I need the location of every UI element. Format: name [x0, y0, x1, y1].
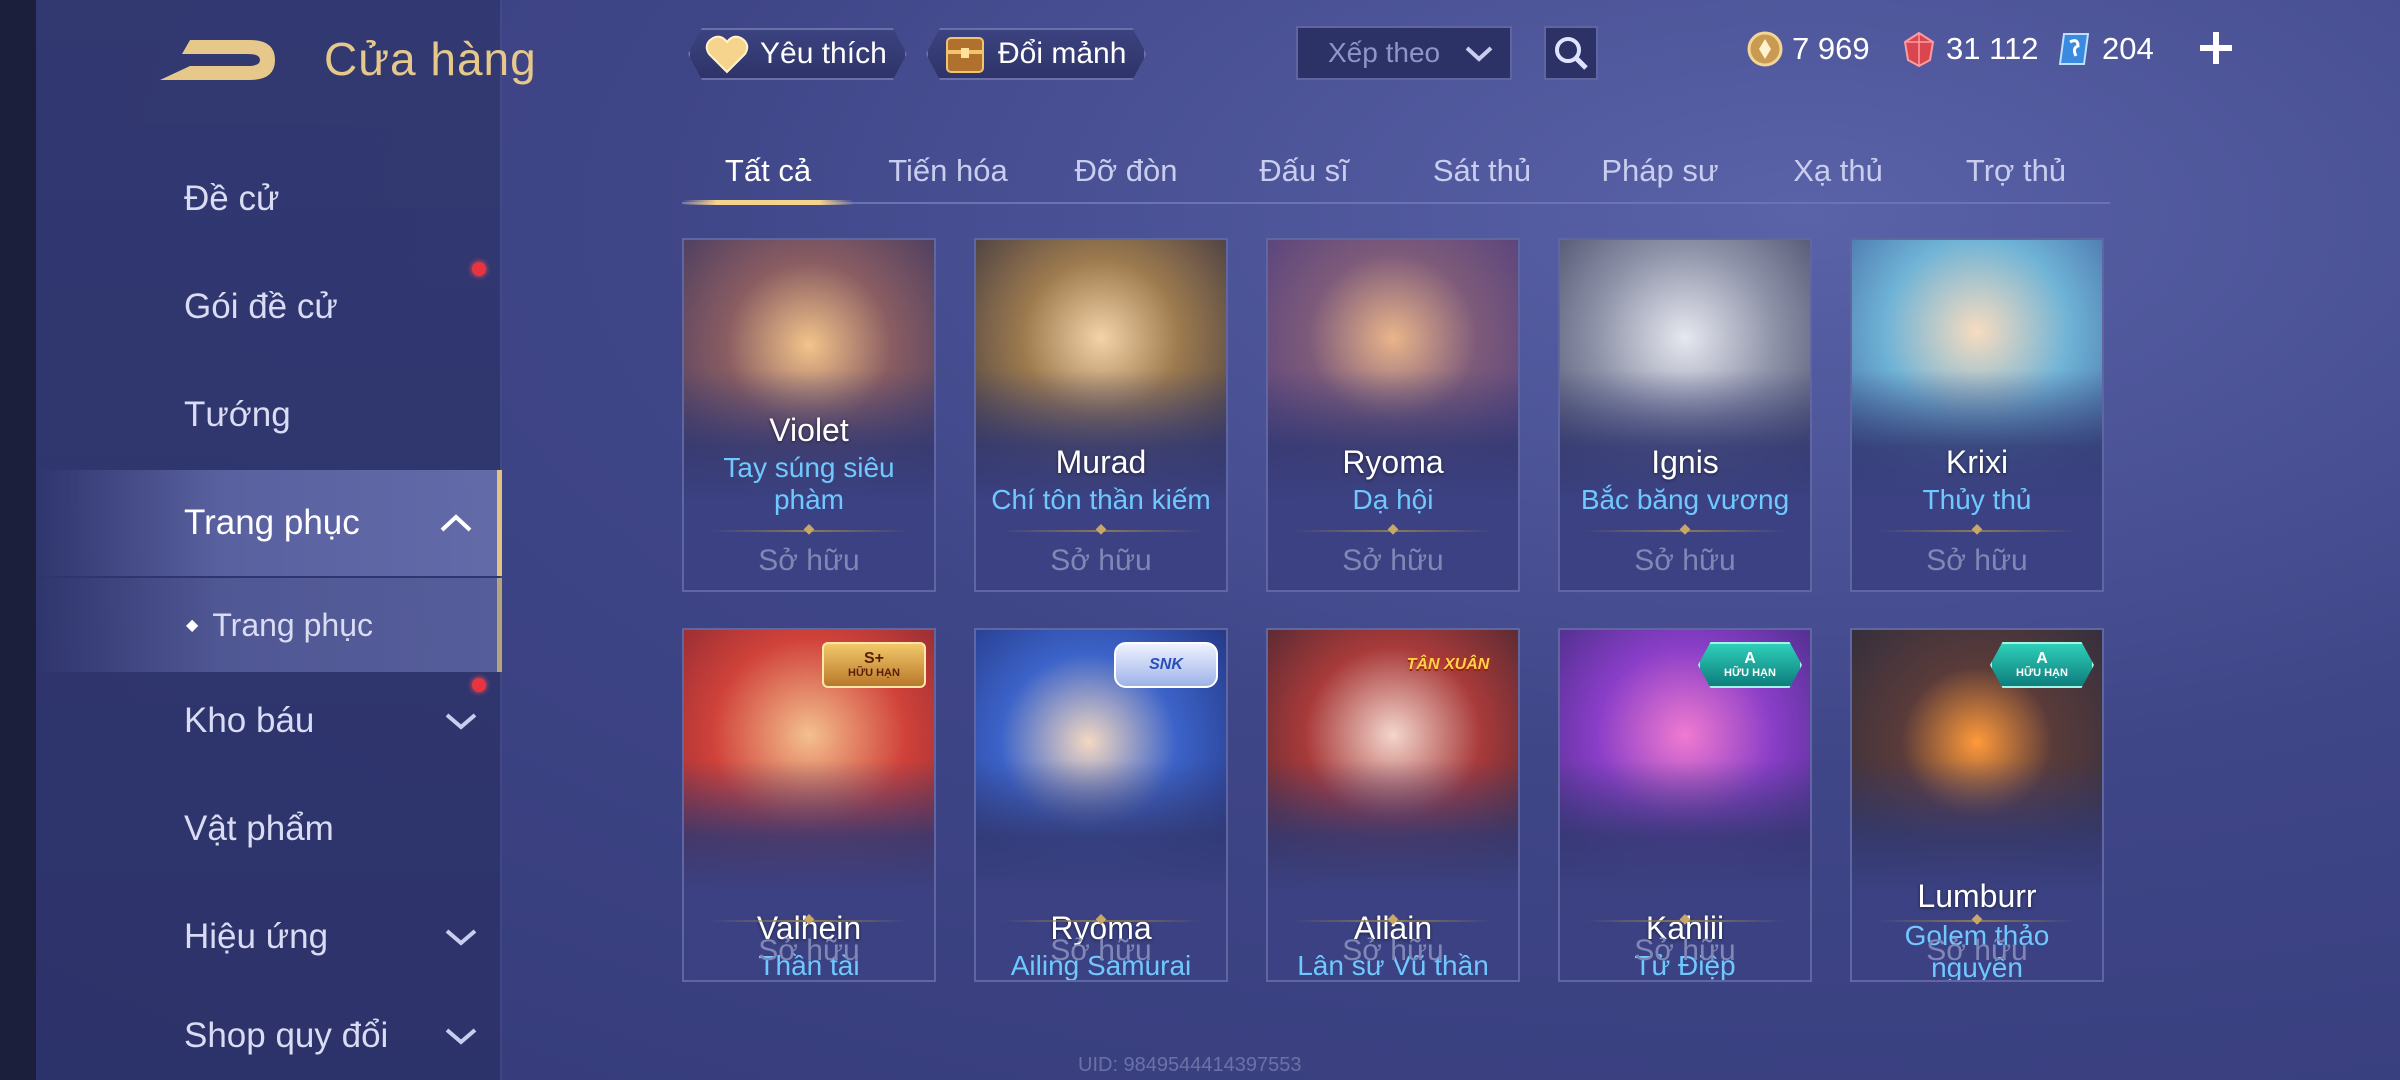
owned-status: Sở hữu: [1342, 544, 1444, 577]
sidebar-item-hieu-ung[interactable]: Hiệu ứng: [36, 884, 502, 990]
owned-status: Sở hữu: [1050, 934, 1152, 967]
page-title: Cửa hàng: [324, 33, 537, 85]
skin-card[interactable]: S+HỮU HẠN Valhein Thần tài Sở hữu: [682, 628, 936, 982]
hero-name: Ryoma: [1342, 444, 1444, 480]
back-arrow-icon[interactable]: [150, 30, 280, 90]
voucher-amount: 204: [2102, 31, 2154, 66]
tab-xa-thu[interactable]: Xạ thủ: [1752, 140, 1924, 202]
collab-badge: SNK: [1114, 642, 1218, 688]
sidebar-item-label: Trang phục: [184, 503, 360, 542]
skin-name: Thủy thủ: [1922, 484, 2032, 515]
chevron-down-icon: [445, 1028, 477, 1045]
tier-badge: A HỮU HẠN: [1698, 642, 1802, 688]
sidebar-item-label: Vật phẩm: [184, 809, 334, 848]
sort-dropdown[interactable]: Xếp theo: [1296, 26, 1512, 80]
sidebar-item-label: Shop quy đổi: [184, 1016, 389, 1055]
tier-badge: A HỮU HẠN: [1990, 642, 2094, 688]
gold-coin-icon: [1747, 31, 1783, 67]
hero-name: Krixi: [1945, 444, 2009, 480]
tab-phap-su[interactable]: Pháp sư: [1574, 140, 1746, 202]
sidebar-item-shop-quy-doi[interactable]: Shop quy đổi: [36, 992, 502, 1080]
sidebar-item-de-cu[interactable]: Đề cử: [36, 146, 502, 252]
chevron-up-icon: [440, 514, 472, 532]
owned-status: Sở hữu: [758, 934, 860, 967]
tab-tat-ca[interactable]: Tất cả: [682, 140, 854, 205]
tab-tien-hoa[interactable]: Tiến hóa: [862, 140, 1034, 202]
sidebar-item-label: Hiệu ứng: [184, 917, 329, 956]
blue-voucher-icon: [2058, 33, 2090, 65]
owned-status: Sở hữu: [1926, 544, 2028, 577]
chest-icon: [942, 31, 988, 77]
hero-name: Violet: [769, 412, 849, 448]
sidebar-item-label: Trang phục: [212, 606, 373, 643]
uid-label: UID: 9849544414397553: [1078, 1054, 1302, 1076]
sidebar-item-label: Kho báu: [184, 701, 315, 740]
event-badge: TÂN XUÂN: [1406, 656, 1490, 673]
tier-badge: S+ HỮU HẠN: [822, 642, 926, 688]
favorites-label: Yêu thích: [760, 37, 887, 70]
sidebar-item-vat-pham[interactable]: Vật phẩm: [36, 776, 502, 882]
skin-card[interactable]: Ryoma Dạ hội Sở hữu: [1266, 238, 1520, 592]
sidebar-item-trang-phuc[interactable]: Trang phục: [36, 470, 502, 576]
sidebar-item-label: Gói đề cử: [184, 287, 338, 326]
owned-status: Sở hữu: [1634, 544, 1736, 577]
owned-status: Sở hữu: [1926, 934, 2028, 967]
screen-edge: [0, 0, 36, 1080]
exchange-shards-button[interactable]: Đổi mảnh: [926, 28, 1146, 80]
search-icon: [1555, 37, 1588, 70]
skin-name: Dạ hội: [1352, 484, 1434, 515]
gold-currency: 7 969: [1746, 26, 1870, 72]
notification-dot: [472, 262, 486, 276]
skin-card[interactable]: TÂN XUÂN Allain Lân sư Vũ thần Sở hữu: [1266, 628, 1520, 982]
exchange-label: Đổi mảnh: [998, 37, 1127, 70]
owned-status: Sở hữu: [758, 544, 860, 577]
tab-dau-si[interactable]: Đấu sĩ: [1218, 140, 1390, 202]
tab-tro-thu[interactable]: Trợ thủ: [1930, 140, 2102, 202]
chevron-down-icon: [1465, 46, 1493, 62]
owned-status: Sở hữu: [1634, 934, 1736, 967]
owned-status: Sở hữu: [1050, 544, 1152, 577]
favorites-button[interactable]: Yêu thích: [688, 28, 907, 80]
tab-sat-thu[interactable]: Sát thủ: [1396, 140, 1568, 202]
voucher-currency: 204: [2056, 26, 2154, 72]
sidebar-item-label: Đề cử: [184, 179, 280, 218]
owned-status: Sở hữu: [1342, 934, 1444, 967]
tab-do-don[interactable]: Đỡ đòn: [1040, 140, 1212, 202]
sidebar-item-kho-bau[interactable]: Kho báu: [36, 668, 502, 774]
sidebar-item-goi-de-cu[interactable]: Gói đề cử: [36, 254, 502, 360]
sort-label: Xếp theo: [1328, 37, 1441, 68]
chevron-down-icon: [445, 713, 477, 730]
plus-icon[interactable]: [2196, 28, 2236, 68]
heart-icon: [704, 31, 750, 77]
skin-name: Chí tôn thần kiếm: [991, 484, 1211, 515]
skin-card[interactable]: AHỮU HẠN Kahlii Tử Điệp Sở hữu: [1558, 628, 1812, 982]
skin-card[interactable]: Violet Tay súng siêu phàm Sở hữu: [682, 238, 936, 592]
gem-amount: 31 112: [1946, 31, 2039, 66]
category-tabs: Tất cả Tiến hóa Đỡ đòn Đấu sĩ Sát thủ Ph…: [682, 140, 2110, 205]
skin-card[interactable]: Murad Chí tôn thần kiếm Sở hữu: [974, 238, 1228, 592]
gold-amount: 7 969: [1792, 31, 1870, 66]
hero-name: Ignis: [1651, 444, 1719, 480]
hero-name: Murad: [1055, 444, 1147, 480]
skin-card[interactable]: AHỮU HẠN Lumburr Golem thảo nguyên Sở hữ…: [1850, 628, 2104, 982]
gem-currency: 31 112: [1900, 26, 2039, 72]
skin-card[interactable]: Krixi Thủy thủ Sở hữu: [1850, 238, 2104, 592]
search-button[interactable]: [1544, 26, 1598, 80]
skin-card[interactable]: SNK Ryoma Ailing Samurai Sở hữu: [974, 628, 1228, 982]
red-gem-icon: [1903, 31, 1935, 68]
diamond-icon: ◆: [186, 617, 199, 634]
skin-name: Bắc băng vương: [1580, 484, 1790, 515]
skin-name: Tay súng siêu phàm: [723, 452, 895, 515]
skin-card[interactable]: Ignis Bắc băng vương Sở hữu: [1558, 238, 1812, 592]
chevron-down-icon: [445, 929, 477, 946]
sidebar-item-tuong[interactable]: Tướng: [36, 362, 502, 468]
sidebar-item-label: Tướng: [184, 395, 291, 434]
sidebar-subitem-trang-phuc[interactable]: ◆ Trang phục: [36, 578, 502, 672]
